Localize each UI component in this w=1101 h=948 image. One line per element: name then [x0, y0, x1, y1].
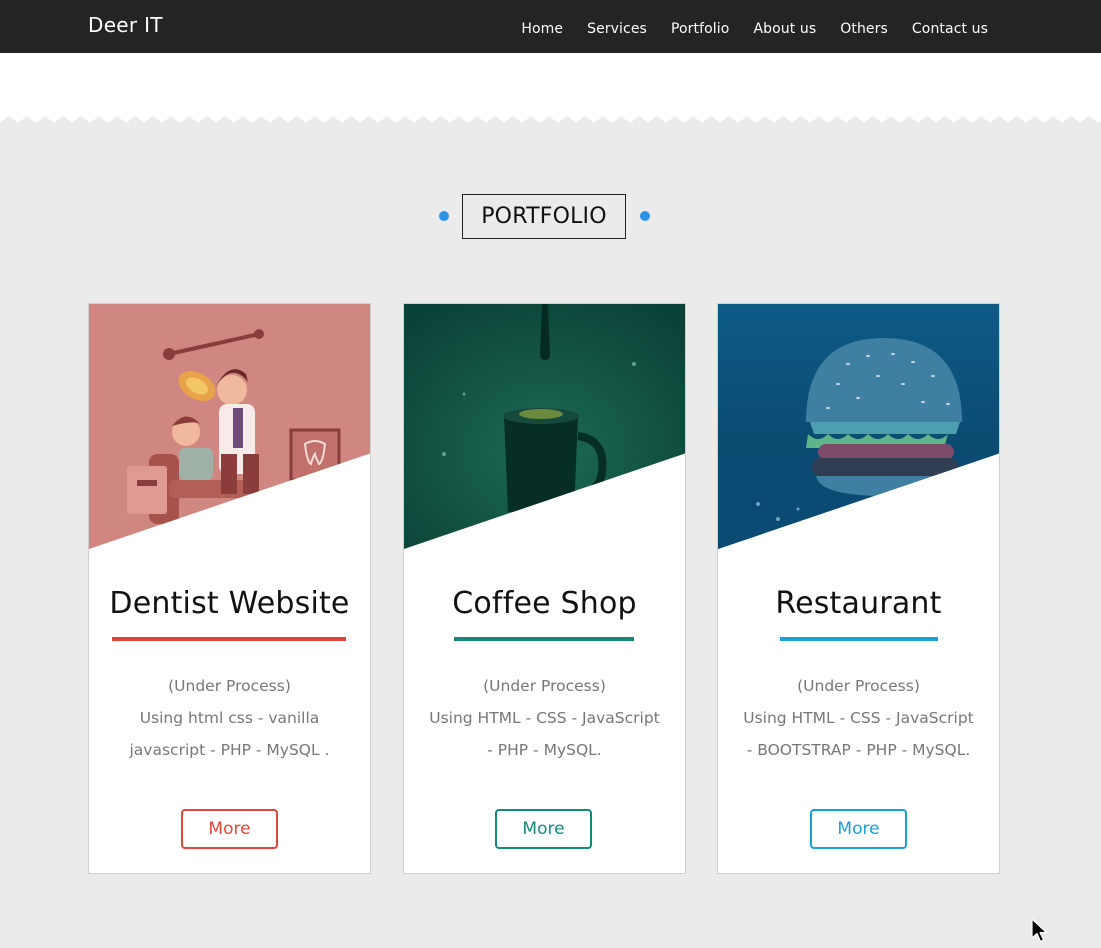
nav-link-services[interactable]: Services: [587, 21, 647, 37]
card-title-dentist: Dentist Website: [109, 586, 350, 621]
card-status: (Under Process): [483, 677, 606, 695]
card-desc-line2: - PHP - MySQL.: [487, 741, 602, 759]
section-title: PORTFOLIO: [462, 194, 626, 239]
navbar: Deer IT Home Services Portfolio About us…: [0, 0, 1101, 53]
nav-item-contact: Contact us: [912, 18, 988, 37]
card-description: (Under Process) Using html css - vanilla…: [89, 670, 370, 766]
portfolio-card-dentist: Dentist Website (Under Process) Using ht…: [88, 303, 371, 874]
more-button-dentist[interactable]: More: [181, 809, 278, 849]
portfolio-card-coffee: Coffee Shop (Under Process) Using HTML -…: [403, 303, 686, 874]
nav-link-home[interactable]: Home: [521, 21, 563, 37]
card-title-coffee: Coffee Shop: [452, 586, 637, 621]
dentist-illustration: [89, 304, 370, 549]
title-underline: [454, 637, 634, 641]
card-desc-line1: Using HTML - CSS - JavaScript: [743, 709, 974, 727]
card-title-restaurant: Restaurant: [775, 586, 942, 621]
portfolio-heading: PORTFOLIO: [0, 194, 1101, 239]
nav-item-about: About us: [753, 18, 816, 37]
burger-photo: [718, 304, 999, 549]
coffee-cup-photo: [404, 304, 685, 549]
nav-item-services: Services: [587, 18, 647, 37]
mouse-cursor-icon: [1031, 918, 1048, 943]
nav-link-contact[interactable]: Contact us: [912, 21, 988, 37]
title-underline: [112, 637, 346, 641]
more-button-restaurant[interactable]: More: [810, 809, 907, 849]
nav-menu: Home Services Portfolio About us Others …: [521, 18, 988, 37]
card-description: (Under Process) Using HTML - CSS - JavaS…: [404, 670, 685, 766]
more-button-coffee[interactable]: More: [495, 809, 592, 849]
heading-dot-left: [439, 211, 449, 221]
card-desc-line1: Using HTML - CSS - JavaScript: [429, 709, 660, 727]
card-description: (Under Process) Using HTML - CSS - JavaS…: [718, 670, 999, 766]
nav-item-home: Home: [521, 18, 563, 37]
nav-item-others: Others: [840, 18, 888, 37]
card-desc-line2: javascript - PHP - MySQL .: [129, 741, 330, 759]
card-status: (Under Process): [797, 677, 920, 695]
zigzag-divider: [0, 116, 1101, 129]
nav-link-about[interactable]: About us: [753, 21, 816, 37]
card-desc-line2: - BOOTSTRAP - PHP - MySQL.: [746, 741, 971, 759]
heading-dot-right: [640, 211, 650, 221]
brand-logo[interactable]: Deer IT: [88, 13, 163, 37]
card-desc-line1: Using html css - vanilla: [139, 709, 320, 727]
card-status: (Under Process): [168, 677, 291, 695]
nav-link-others[interactable]: Others: [840, 21, 888, 37]
nav-link-portfolio[interactable]: Portfolio: [671, 21, 730, 37]
nav-item-portfolio: Portfolio: [671, 18, 730, 37]
portfolio-card-restaurant: Restaurant (Under Process) Using HTML - …: [717, 303, 1000, 874]
title-underline: [780, 637, 938, 641]
